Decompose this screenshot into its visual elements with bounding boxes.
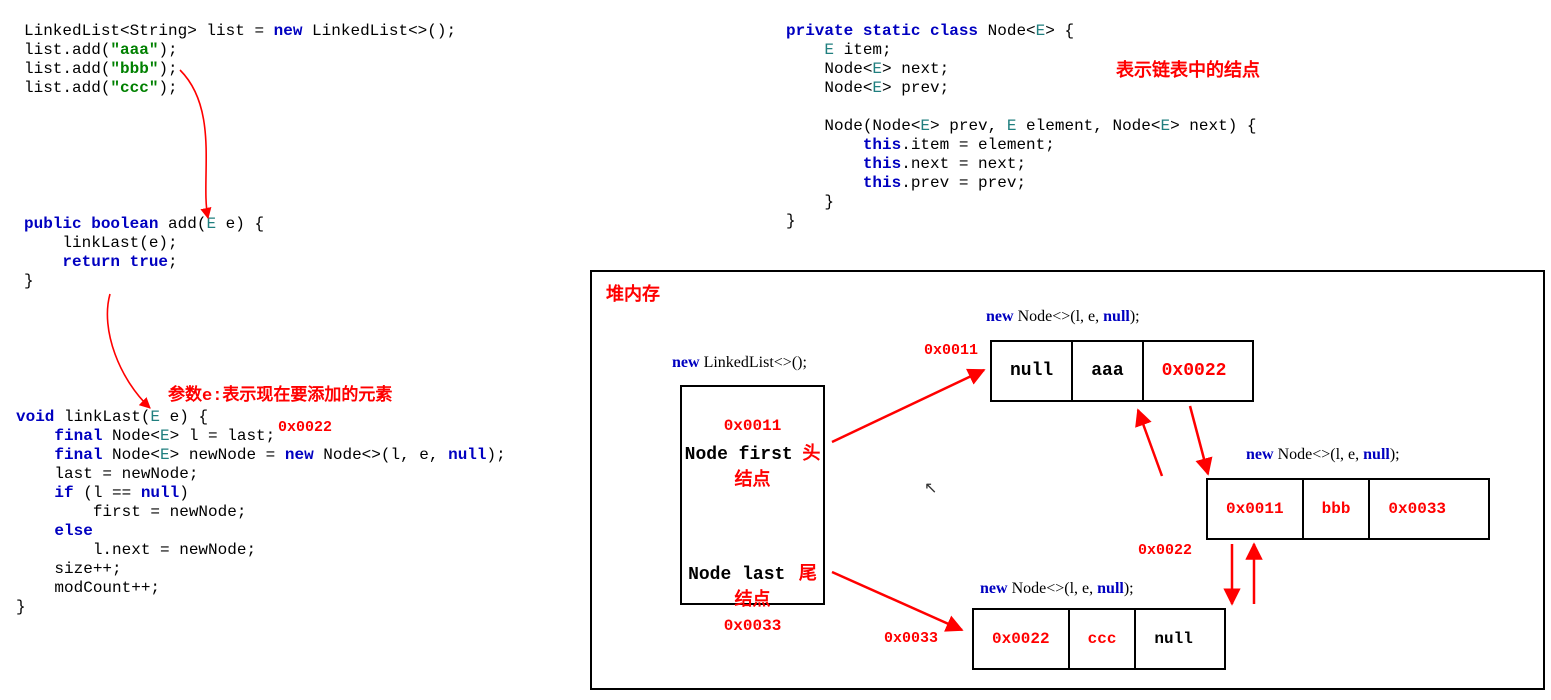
node1-next: 0x0022	[1144, 342, 1245, 400]
node2-item: bbb	[1304, 480, 1371, 538]
cursor-icon: ↖	[924, 478, 937, 498]
code-usage: LinkedList<String> list = new LinkedList…	[24, 22, 456, 98]
code-node-class: private static class Node<E> { E item; N…	[786, 22, 1257, 231]
node3-addr-label: 0x0033	[884, 630, 938, 647]
node3-box: 0x0022 ccc null	[972, 608, 1226, 670]
node2-next: 0x0033	[1370, 480, 1464, 538]
annotation-param-e: 参数e:表示现在要添加的元素	[168, 380, 392, 406]
label-new-node-1: new Node<>(l, e, null);	[986, 308, 1140, 326]
heap-memory-box: 堆内存 new LinkedList<>(); 0x0011 Node firs…	[590, 270, 1545, 690]
node1-prev: null	[992, 342, 1073, 400]
first-addr: 0x0011	[682, 417, 823, 435]
annotation-node: 表示链表中的结点	[1116, 56, 1260, 82]
code-add-method: public boolean add(E e) { linkLast(e); r…	[24, 215, 264, 291]
node1-addr-label: 0x0011	[924, 342, 978, 359]
last-addr: 0x0033	[682, 617, 823, 635]
node3-prev: 0x0022	[974, 610, 1070, 668]
node1-item: aaa	[1073, 342, 1143, 400]
label-new-node-3: new Node<>(l, e, null);	[980, 580, 1134, 598]
label-new-linkedlist: new LinkedList<>();	[672, 354, 807, 372]
node3-next: null	[1136, 610, 1210, 668]
node2-addr-label: 0x0022	[1138, 542, 1192, 559]
node2-box: 0x0011 bbb 0x0033	[1206, 478, 1490, 540]
label-new-node-2: new Node<>(l, e, null);	[1246, 446, 1400, 464]
heap-title: 堆内存	[606, 280, 660, 306]
node2-prev: 0x0011	[1208, 480, 1304, 538]
linkedlist-object-box: 0x0011 Node first 头结点 Node last 尾结点 0x00…	[680, 385, 825, 605]
node3-item: ccc	[1070, 610, 1137, 668]
node1-box: null aaa 0x0022	[990, 340, 1254, 402]
code-linklast: void linkLast(E e) { final Node<E> l = l…	[16, 408, 506, 617]
